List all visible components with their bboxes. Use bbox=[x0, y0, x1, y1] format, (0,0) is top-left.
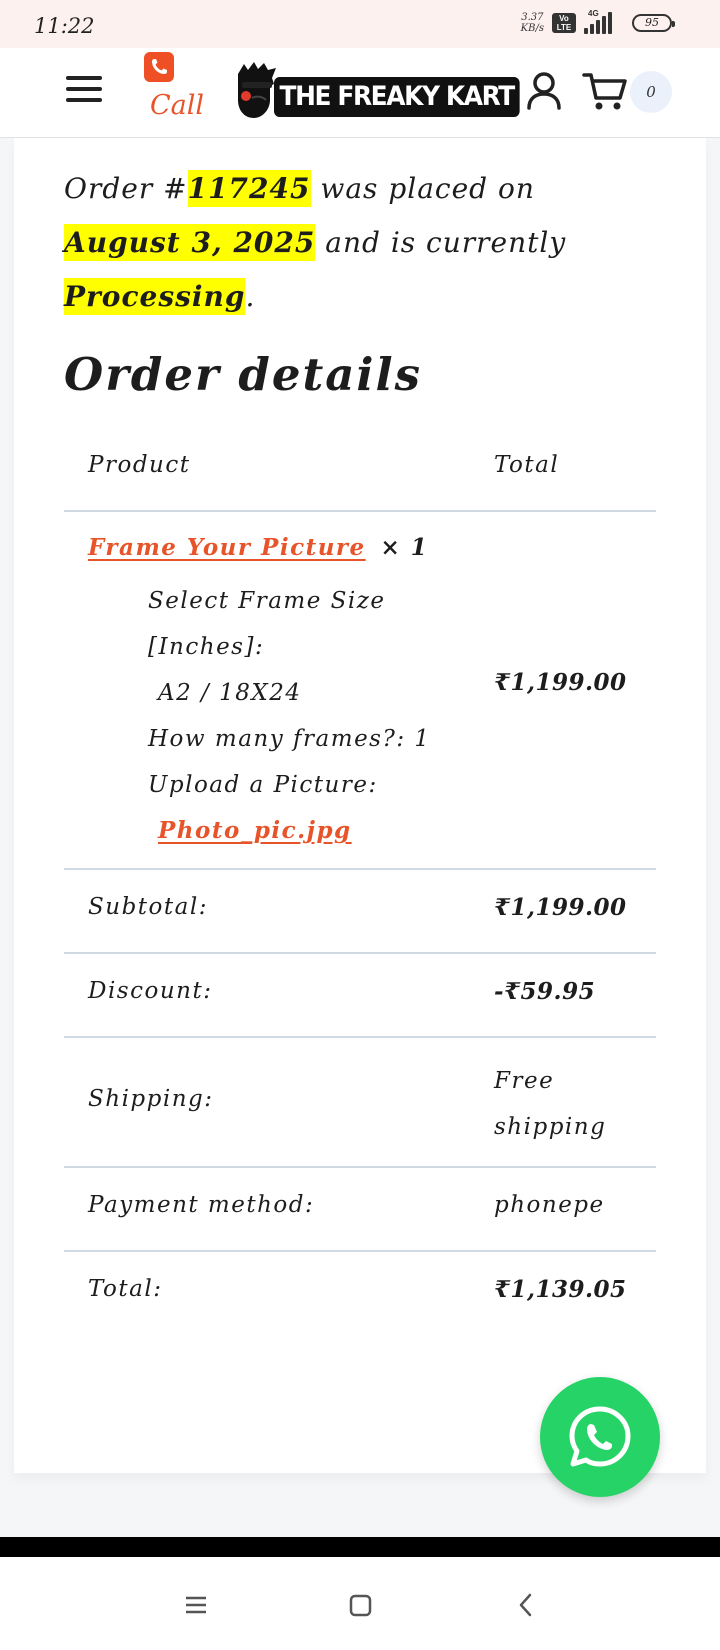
meta-frame-count: How many frames?: 1 bbox=[148, 726, 431, 752]
status-time: 11:22 bbox=[34, 14, 95, 38]
table-row-shipping: Shipping: Free shipping bbox=[64, 1038, 656, 1168]
signal-bar bbox=[608, 12, 612, 34]
signal-bar bbox=[590, 24, 594, 34]
order-date: August 3, 2025 bbox=[64, 224, 316, 261]
subtotal-value: ₹1,199.00 bbox=[494, 894, 627, 921]
status-bar: 11:22 3.37 KB/s Vo LTE 4G 95 bbox=[0, 0, 720, 48]
order-prefix: Order # bbox=[64, 172, 188, 205]
order-details-table: Product Total Frame Your Picture × 1 Sel… bbox=[64, 428, 656, 1336]
status-icons: 3.37 KB/s Vo LTE 4G 95 bbox=[521, 9, 675, 34]
cart-count-badge[interactable]: 0 bbox=[630, 71, 672, 113]
order-details-title: Order details bbox=[64, 348, 422, 401]
system-nav-bar bbox=[0, 1557, 720, 1650]
payment-method-label: Payment method: bbox=[88, 1192, 315, 1218]
total-value: ₹1,139.05 bbox=[494, 1276, 627, 1303]
order-placed-text: was placed on bbox=[310, 172, 535, 205]
menu-line bbox=[66, 98, 102, 102]
user-icon[interactable] bbox=[524, 70, 564, 112]
call-label: Call bbox=[150, 90, 205, 121]
meta-upload-label: Upload a Picture: bbox=[148, 772, 378, 798]
product-cell: Frame Your Picture × 1 bbox=[88, 534, 428, 561]
table-row-total: Total: ₹1,139.05 bbox=[64, 1252, 656, 1336]
menu-line bbox=[66, 76, 102, 80]
order-status-text: and is currently bbox=[315, 226, 567, 259]
discount-label: Discount: bbox=[88, 978, 213, 1004]
whatsapp-icon bbox=[569, 1406, 631, 1467]
battery-icon: 95 bbox=[632, 14, 675, 32]
signal-bar bbox=[584, 28, 588, 34]
subtotal-label: Subtotal: bbox=[88, 894, 208, 920]
order-content: Order #117245 was placed on August 3, 20… bbox=[14, 138, 706, 1473]
signal-icon: 4G bbox=[584, 9, 612, 34]
meta-frame-size-label: Select Frame Size [Inches]: bbox=[148, 588, 386, 660]
volte-top: Vo bbox=[559, 14, 569, 23]
logo-face-icon bbox=[234, 60, 278, 120]
table-row-item: Frame Your Picture × 1 Select Frame Size… bbox=[64, 512, 656, 870]
network-type: 4G bbox=[588, 9, 599, 18]
call-button[interactable]: Call bbox=[143, 50, 223, 130]
nav-back-icon[interactable] bbox=[506, 1585, 546, 1625]
whatsapp-button[interactable] bbox=[540, 1377, 660, 1497]
product-meta: Select Frame Size [Inches]: A2 / 18X24 H… bbox=[148, 578, 448, 854]
table-row-discount: Discount: -₹59.95 bbox=[64, 954, 656, 1038]
site-logo[interactable]: THE FREAKY KART bbox=[234, 60, 520, 124]
table-row-payment-method: Payment method: phonepe bbox=[64, 1168, 656, 1252]
menu-line bbox=[66, 87, 102, 91]
volte-bottom: LTE bbox=[556, 23, 572, 32]
network-speed-unit: KB/s bbox=[520, 23, 544, 34]
product-link[interactable]: Frame Your Picture bbox=[88, 534, 366, 561]
volte-icon: Vo LTE bbox=[552, 13, 576, 33]
network-speed: 3.37 KB/s bbox=[521, 12, 544, 34]
payment-method-value: phonepe bbox=[494, 1192, 605, 1218]
signal-bar bbox=[596, 20, 600, 34]
meta-frame-size-value: A2 / 18X24 bbox=[158, 680, 302, 706]
phone-icon bbox=[144, 52, 174, 82]
column-header-total: Total bbox=[494, 452, 560, 478]
cart-icon[interactable] bbox=[582, 70, 628, 112]
order-period: . bbox=[245, 280, 256, 313]
order-number: 117245 bbox=[187, 170, 311, 207]
footer-strip bbox=[0, 1537, 720, 1557]
nav-menu-icon[interactable] bbox=[176, 1585, 216, 1625]
order-status: Processing bbox=[64, 278, 246, 315]
nav-home-icon[interactable] bbox=[340, 1585, 380, 1625]
signal-bar bbox=[602, 16, 606, 34]
product-quantity: × 1 bbox=[380, 534, 429, 561]
total-label: Total: bbox=[88, 1276, 163, 1302]
uploaded-file-link[interactable]: Photo_pic.jpg bbox=[148, 817, 352, 844]
battery-level: 95 bbox=[645, 16, 659, 29]
discount-value: -₹59.95 bbox=[494, 978, 596, 1005]
table-row-subtotal: Subtotal: ₹1,199.00 bbox=[64, 870, 656, 954]
logo-text: THE FREAKY KART bbox=[274, 77, 520, 117]
shipping-label: Shipping: bbox=[88, 1086, 214, 1112]
column-header-product: Product bbox=[88, 452, 191, 478]
site-header: Call THE FREAKY KART 0 bbox=[0, 48, 720, 138]
shipping-value: Free shipping bbox=[494, 1068, 607, 1140]
network-speed-value: 3.37 bbox=[521, 12, 544, 23]
table-header-row: Product Total bbox=[64, 428, 656, 512]
menu-icon[interactable] bbox=[66, 76, 102, 106]
order-summary: Order #117245 was placed on August 3, 20… bbox=[64, 162, 624, 324]
product-total: ₹1,199.00 bbox=[494, 669, 627, 696]
